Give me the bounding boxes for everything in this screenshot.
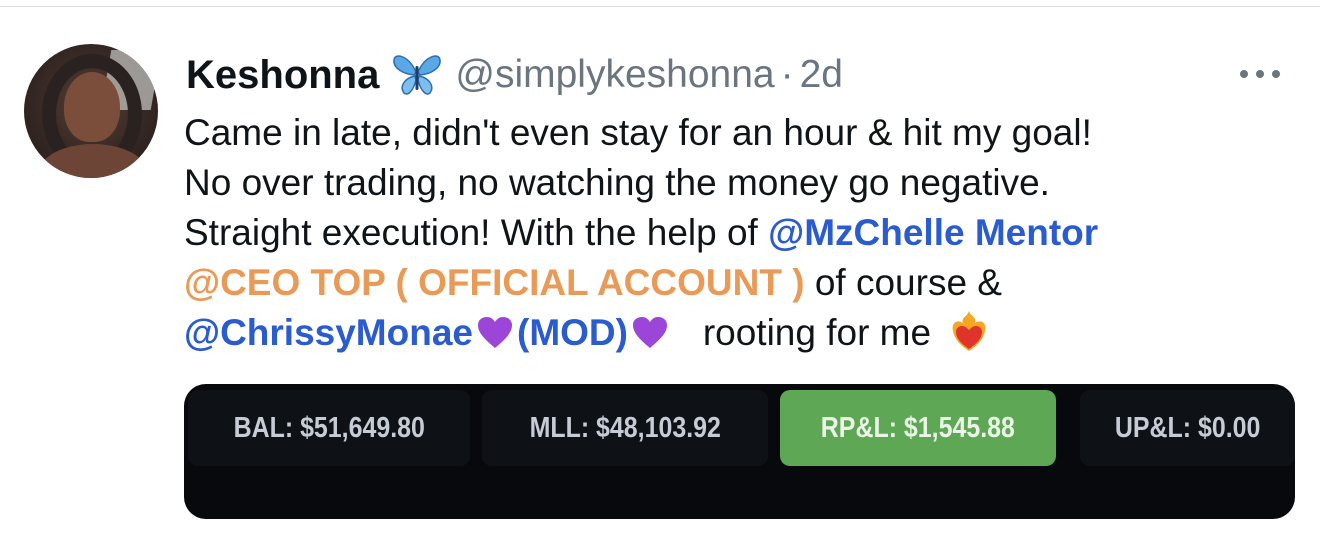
user-handle[interactable]: @simplykeshonna	[455, 53, 774, 97]
more-options-icon[interactable]	[1240, 62, 1288, 86]
avatar-face	[64, 72, 120, 142]
top-divider	[0, 6, 1320, 7]
tweet-text: Came in late, didn't even stay for an ho…	[184, 108, 1294, 358]
avatar[interactable]	[24, 44, 158, 178]
tweet-timestamp[interactable]: 2d	[800, 53, 843, 97]
max-loss-limit-stat: MLL: $48,103.92	[482, 390, 768, 466]
unrealized-pnl-stat: UP&L: $0.00	[1080, 390, 1295, 466]
tweet-line-1: Came in late, didn't even stay for an ho…	[184, 112, 1092, 153]
butterfly-icon	[391, 52, 443, 98]
tweet-line-2: No over trading, no watching the money g…	[184, 162, 1050, 203]
mention-ceo-top[interactable]: @CEO TOP ( OFFICIAL ACCOUNT )	[184, 262, 805, 303]
trading-stats-image[interactable]: BAL: $51,649.80 MLL: $48,103.92 RP&L: $1…	[184, 384, 1295, 519]
display-name[interactable]: Keshonna	[186, 53, 379, 98]
mention-mzchelle[interactable]: @MzChelle Mentor	[768, 212, 1098, 253]
purple-heart-icon	[477, 313, 513, 348]
tweet-line-3: Straight execution! With the help of	[184, 212, 769, 253]
tweet-line-5: rooting for me	[702, 312, 932, 353]
balance-stat: BAL: $51,649.80	[188, 390, 470, 466]
tweet-header: Keshonna @simplykeshonna · 2d	[186, 50, 843, 100]
tweet-line-4: of course &	[804, 262, 1002, 303]
realized-pnl-stat: RP&L: $1,545.88	[780, 390, 1056, 466]
mention-chrissymonae[interactable]: @ChrissyMonae	[184, 312, 473, 353]
heart-on-fire-icon	[947, 309, 991, 353]
mention-mod[interactable]: (MOD)	[517, 312, 628, 353]
purple-heart-icon	[632, 313, 668, 348]
header-separator: ·	[780, 53, 794, 96]
